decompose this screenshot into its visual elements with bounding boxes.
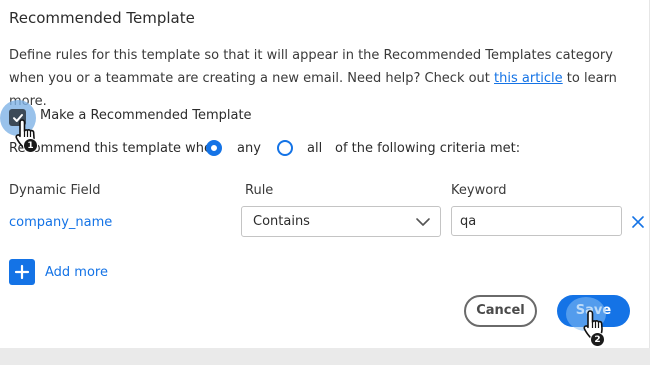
rule-header: Rule [245,183,274,198]
radio-all[interactable] [277,140,293,156]
radio-any-label[interactable]: any [237,141,261,156]
recommend-when-label: Recommend this template when [9,141,221,156]
recommended-template-checkbox-label[interactable]: Make a Recommended Template [40,108,252,123]
radio-any[interactable] [206,140,222,156]
step-badge-1: 1 [23,138,38,153]
cancel-button[interactable]: Cancel [464,295,537,327]
radio-all-label[interactable]: all [307,141,322,156]
close-icon[interactable] [631,215,645,229]
page-footer-band [0,348,650,365]
step-badge-2: 2 [590,332,605,347]
add-more-button[interactable] [9,259,35,285]
recommended-template-dialog: Recommended Template Define rules for th… [0,0,650,348]
dynamic-field-value[interactable]: company_name [9,215,112,230]
rule-select-value: Contains [253,214,310,229]
chevron-down-icon [416,218,430,226]
plus-icon [14,264,30,280]
dynamic-field-header: Dynamic Field [9,183,101,198]
keyword-input[interactable] [451,206,622,236]
criteria-met-label: of the following criteria met: [335,141,521,156]
help-article-link[interactable]: this article [494,71,563,86]
keyword-header: Keyword [451,183,507,198]
dialog-description: Define rules for this template so that i… [9,44,629,113]
add-more-label[interactable]: Add more [45,265,108,280]
dialog-title: Recommended Template [9,9,195,27]
rule-select[interactable]: Contains [241,206,441,237]
